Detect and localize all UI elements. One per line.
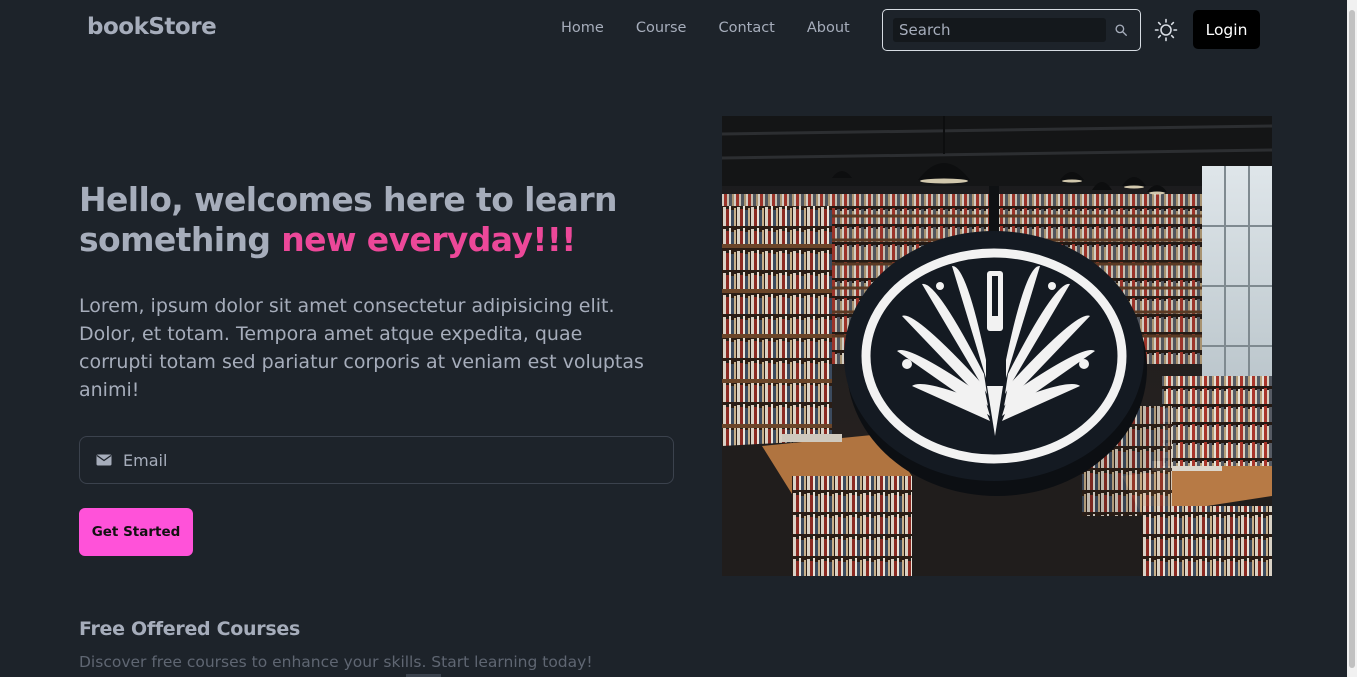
- search-box: [882, 9, 1141, 51]
- nav-links: Home Course Contact About: [545, 20, 866, 36]
- email-field: [79, 436, 674, 484]
- scrollbar-thumb[interactable]: [1349, 10, 1355, 668]
- get-started-button[interactable]: Get Started: [79, 508, 193, 556]
- courses-subtitle: Discover free courses to enhance your sk…: [79, 653, 593, 671]
- nav-link-about[interactable]: About: [791, 20, 866, 36]
- nav-link-home[interactable]: Home: [545, 20, 620, 36]
- hero-image: [722, 116, 1272, 576]
- login-button[interactable]: Login: [1193, 10, 1260, 49]
- hero-heading: Hello, welcomes here to learn something …: [79, 180, 679, 260]
- scrollbar[interactable]: [1347, 0, 1357, 677]
- hero-paragraph: Lorem, ipsum dolor sit amet consectetur …: [79, 295, 644, 401]
- search-icon[interactable]: [1112, 21, 1130, 39]
- courses-title: Free Offered Courses: [79, 618, 300, 640]
- navbar: bookStore Home Course Contact About Sear…: [0, 0, 1347, 60]
- envelope-icon: [96, 451, 112, 470]
- email-input[interactable]: [121, 449, 657, 471]
- nav-link-course[interactable]: Course: [620, 20, 703, 36]
- search-input[interactable]: [893, 18, 1106, 42]
- nav-link-contact[interactable]: Contact: [702, 20, 790, 36]
- hero-heading-accent: new everyday!!!: [281, 220, 576, 259]
- sun-icon[interactable]: [1154, 18, 1178, 42]
- brand-logo[interactable]: bookStore: [87, 14, 217, 40]
